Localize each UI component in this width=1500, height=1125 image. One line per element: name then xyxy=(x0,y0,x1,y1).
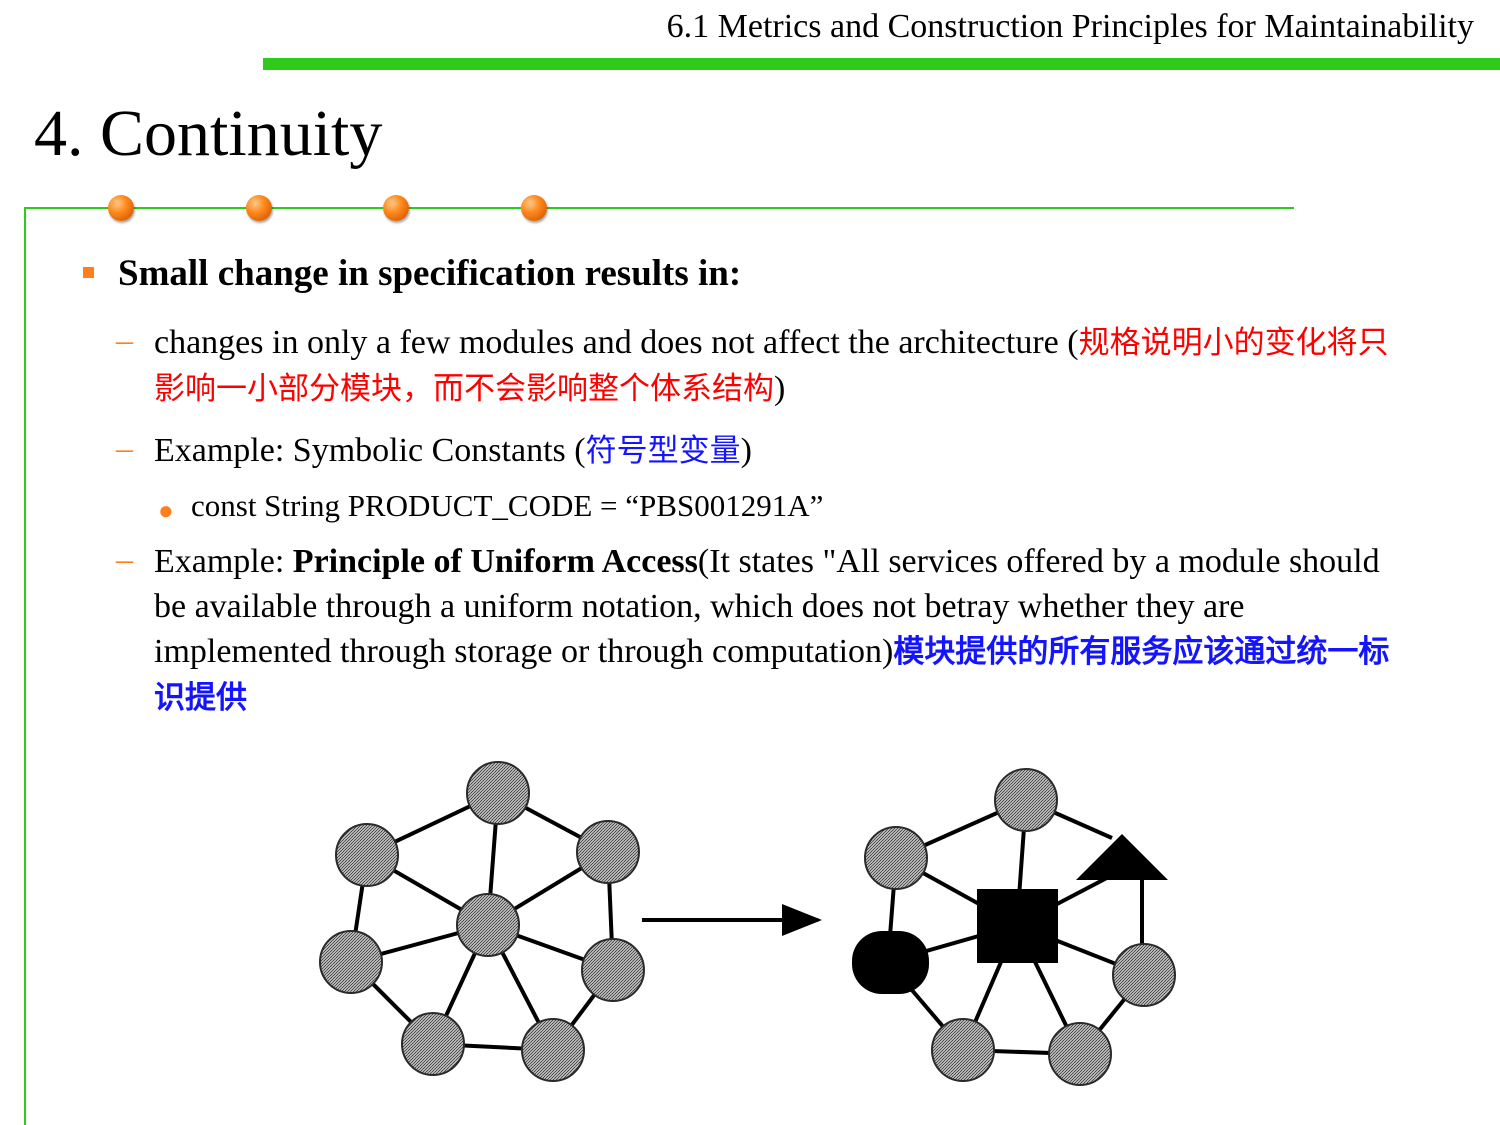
frame-left-line xyxy=(24,207,26,1125)
sub-point-symbolic-constants: Example: Symbolic Constants (符号型变量) xyxy=(154,428,1404,474)
bullet-square-icon xyxy=(83,267,94,278)
close-paren: ) xyxy=(774,370,786,407)
main-point: Small change in specification results in… xyxy=(118,253,742,294)
bullet-dot-icon: ● xyxy=(158,496,174,525)
orange-dot-icon xyxy=(108,195,134,221)
header-bar xyxy=(263,58,1500,70)
frame-top-line xyxy=(24,207,1294,209)
close-paren: ) xyxy=(740,432,752,469)
sub-point-uniform-access: Example: Principle of Uniform Access(It … xyxy=(154,539,1404,721)
dash-icon: – xyxy=(116,541,133,578)
orange-dot-icon xyxy=(383,195,409,221)
chinese-note-blue: 符号型变量 xyxy=(585,433,741,469)
sub-point-text: Example: Symbolic Constants ( xyxy=(154,432,586,469)
changed-module-square xyxy=(977,889,1058,963)
header-title: 6.1 Metrics and Construction Principles … xyxy=(666,8,1474,45)
sub-point-architecture: changes in only a few modules and does n… xyxy=(154,320,1404,412)
code-example: const String PRODUCT_CODE = “PBS001291A” xyxy=(191,488,824,523)
dash-icon: – xyxy=(116,430,133,467)
sub-point-text: changes in only a few modules and does n… xyxy=(154,324,1079,361)
original-module-nodes xyxy=(319,761,645,1082)
continuity-diagram xyxy=(319,761,1176,1086)
changed-module-triangle xyxy=(1076,834,1168,880)
slide-title: 4. Continuity xyxy=(34,97,383,170)
dash-icon: – xyxy=(116,322,133,359)
principle-name: Principle of Uniform Access xyxy=(292,543,698,580)
orange-dot-icon xyxy=(246,195,272,221)
orange-dot-icon xyxy=(521,195,547,221)
changed-module-rounded xyxy=(852,931,929,994)
sub-point-text: Example: xyxy=(154,543,293,580)
